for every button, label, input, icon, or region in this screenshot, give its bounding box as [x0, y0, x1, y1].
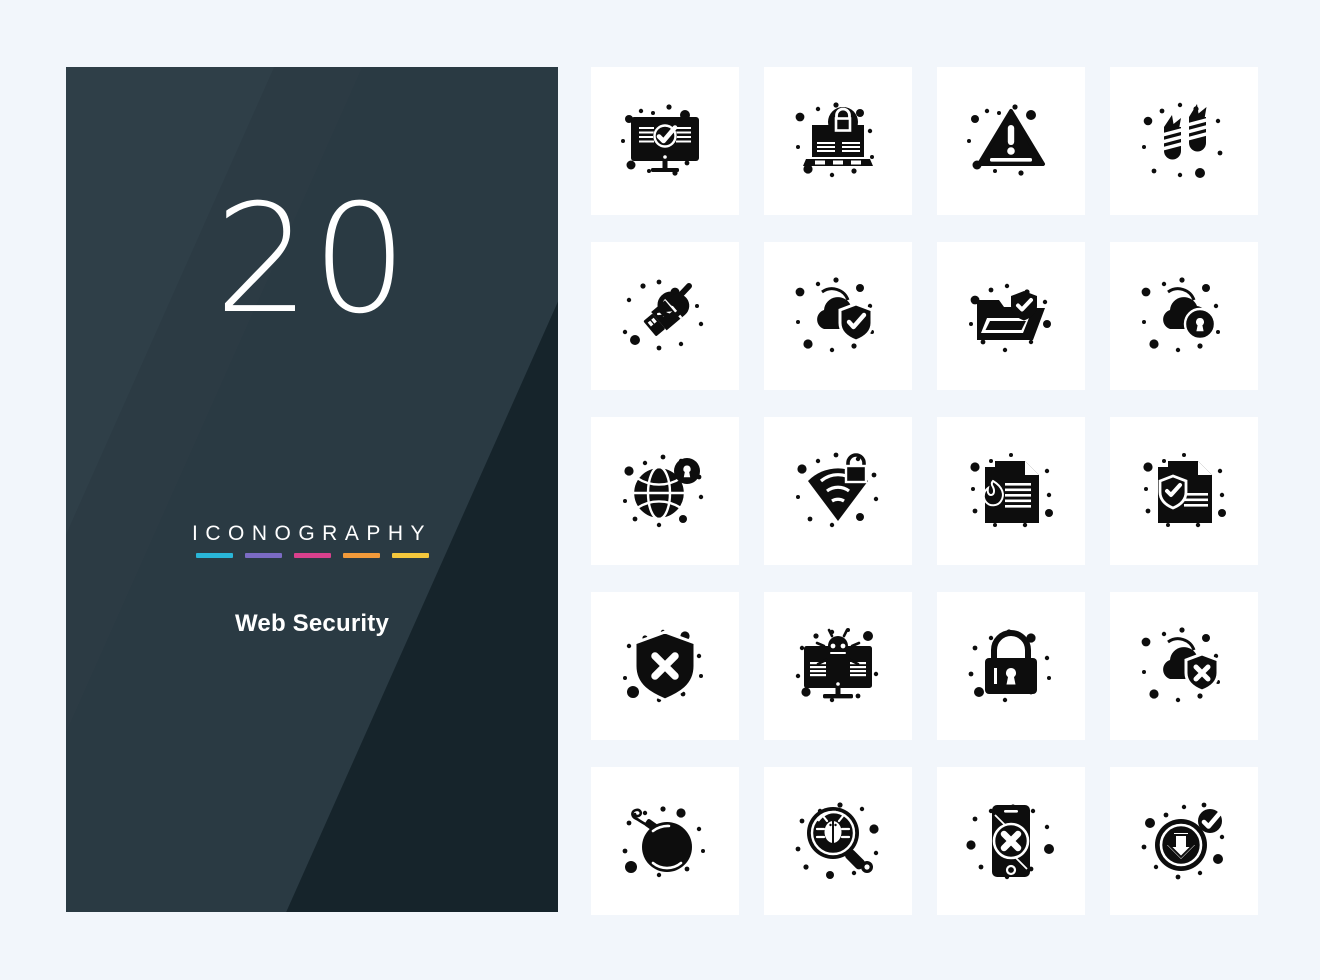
icon-tile[interactable]	[591, 417, 739, 565]
icon-tile[interactable]	[591, 242, 739, 390]
icon-tile[interactable]	[591, 67, 739, 215]
cover-subtitle: Web Security	[234, 610, 389, 637]
icon-tile[interactable]	[764, 417, 912, 565]
cover-panel: 20 ICONOGRAPHY Web Security	[66, 67, 558, 912]
icon-tile[interactable]	[764, 67, 912, 215]
monitor-check-icon	[615, 91, 715, 191]
cloud-lock-icon	[1134, 266, 1234, 366]
document-fire-icon	[961, 441, 1061, 541]
icon-tile[interactable]	[1110, 767, 1258, 915]
magnifier-bug-icon	[788, 791, 888, 891]
icon-tile[interactable]	[937, 417, 1085, 565]
icon-grid	[591, 67, 1258, 915]
padlock-keyhole-icon	[961, 616, 1061, 716]
warning-triangle-icon	[961, 91, 1061, 191]
icon-tile[interactable]	[937, 67, 1085, 215]
icon-tile[interactable]	[1110, 242, 1258, 390]
accent-bar-group	[66, 553, 558, 558]
cloud-shield-check-icon	[788, 266, 888, 366]
bar-yellow	[391, 553, 429, 558]
icon-tile[interactable]	[1110, 67, 1258, 215]
bar-cyan	[195, 553, 233, 558]
cloud-shield-x-icon	[1134, 616, 1234, 716]
icon-tile[interactable]	[764, 767, 912, 915]
icon-tile[interactable]	[937, 592, 1085, 740]
laptop-lock-icon	[788, 91, 888, 191]
download-check-icon	[1134, 791, 1234, 891]
poster-canvas: 20 ICONOGRAPHY Web Security	[0, 0, 1320, 980]
shield-x-icon	[615, 616, 715, 716]
mobile-x-icon	[961, 791, 1061, 891]
usb-check-icon	[615, 266, 715, 366]
icon-tile[interactable]	[1110, 592, 1258, 740]
icon-tile[interactable]	[764, 592, 912, 740]
bombs-icon	[1134, 91, 1234, 191]
document-shield-check-icon	[1134, 441, 1234, 541]
wordmark: ICONOGRAPHY	[191, 522, 433, 545]
bar-orange	[342, 553, 380, 558]
globe-lock-icon	[615, 441, 715, 541]
bomb-icon	[615, 791, 715, 891]
icon-count: 20	[214, 173, 410, 347]
icon-tile[interactable]	[937, 767, 1085, 915]
icon-tile[interactable]	[591, 592, 739, 740]
folder-shield-check-icon	[961, 266, 1061, 366]
icon-tile[interactable]	[1110, 417, 1258, 565]
icon-tile[interactable]	[591, 767, 739, 915]
bar-pink	[293, 553, 331, 558]
wifi-lock-icon	[788, 441, 888, 541]
icon-tile[interactable]	[764, 242, 912, 390]
monitor-virus-icon	[788, 616, 888, 716]
icon-tile[interactable]	[937, 242, 1085, 390]
bar-purple	[244, 553, 282, 558]
